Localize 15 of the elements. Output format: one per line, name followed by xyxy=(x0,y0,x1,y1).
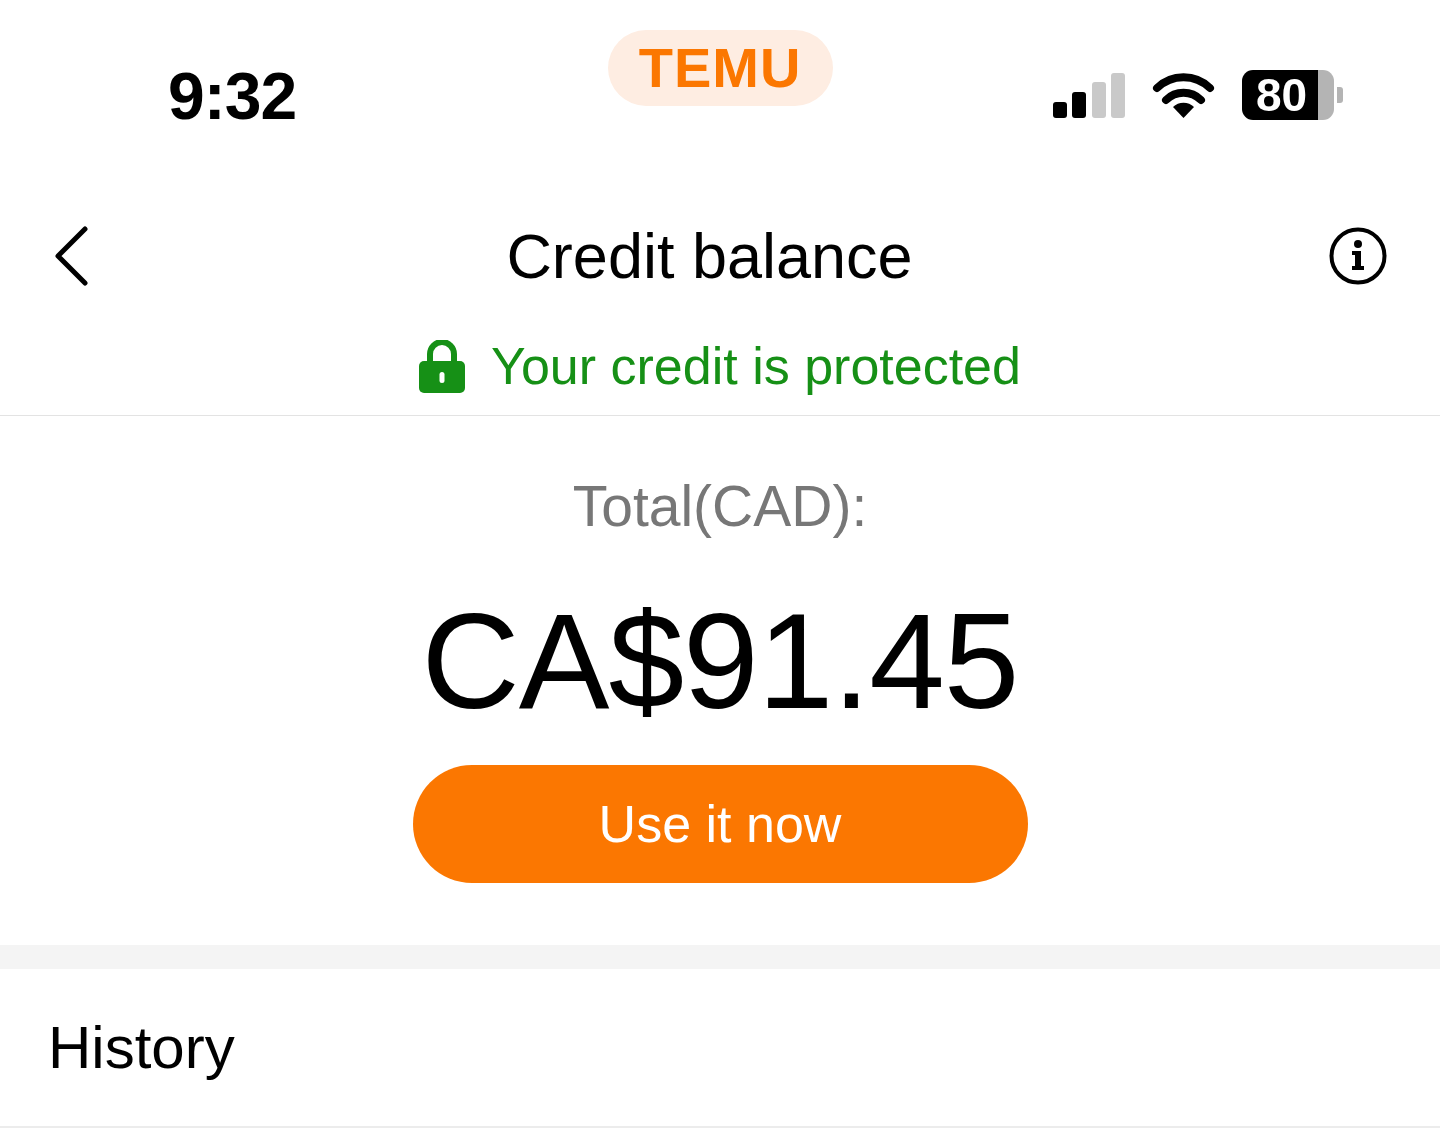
page-title: Credit balance xyxy=(506,220,913,292)
history-heading: History xyxy=(48,1013,235,1082)
total-label: Total(CAD): xyxy=(572,474,868,538)
status-time: 9:32 xyxy=(168,60,297,132)
info-icon[interactable] xyxy=(1329,227,1387,285)
signal-icon xyxy=(1053,72,1125,118)
back-icon[interactable] xyxy=(52,225,90,287)
use-it-now-button[interactable]: Use it now xyxy=(412,765,1028,883)
lock-icon xyxy=(419,340,466,393)
protection-notice: Your credit is protected xyxy=(491,338,1021,394)
app-badge: TEMU xyxy=(607,30,833,106)
balance-amount: CA$91.45 xyxy=(421,591,1019,731)
wifi-icon xyxy=(1152,72,1215,118)
battery-percentage: 80 xyxy=(1256,70,1308,120)
battery-tip-icon xyxy=(1337,87,1343,103)
